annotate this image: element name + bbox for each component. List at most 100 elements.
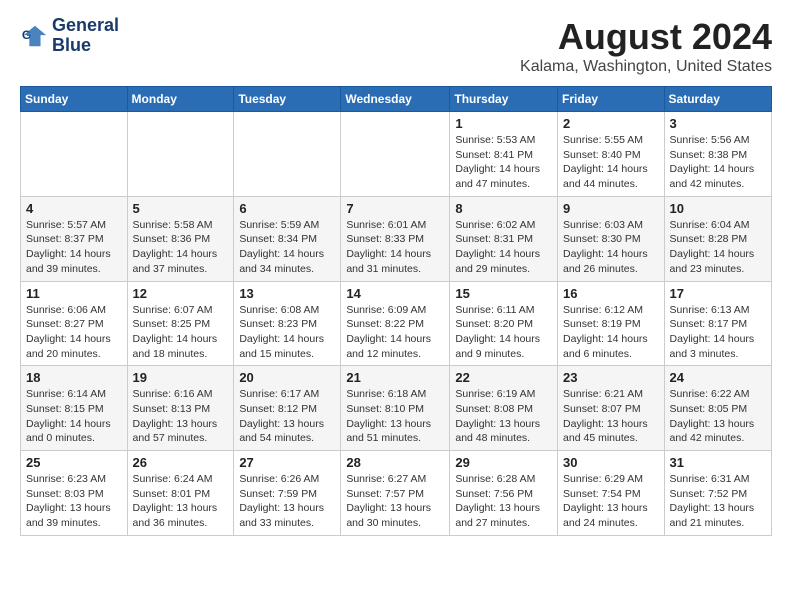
calendar-cell [21, 112, 128, 197]
day-info: Sunrise: 5:55 AM Sunset: 8:40 PM Dayligh… [563, 133, 659, 192]
calendar-cell: 31 Sunrise: 6:31 AM Sunset: 7:52 PM Dayli… [664, 451, 771, 536]
day-info: Sunrise: 6:31 AM Sunset: 7:52 PM Dayligh… [670, 472, 766, 531]
calendar-cell: 8Sunrise: 6:02 AM Sunset: 8:31 PM Daylig… [450, 196, 558, 281]
logo-icon: G [20, 22, 48, 50]
day-number: 25 [26, 455, 122, 470]
day-number: 10 [670, 201, 766, 216]
day-number: 6 [239, 201, 335, 216]
day-info: Sunrise: 6:27 AM Sunset: 7:57 PM Dayligh… [346, 472, 444, 531]
calendar-cell: 14Sunrise: 6:09 AM Sunset: 8:22 PM Dayli… [341, 281, 450, 366]
day-number: 30 [563, 455, 659, 470]
calendar-cell [127, 112, 234, 197]
day-header-monday: Monday [127, 87, 234, 112]
day-info: Sunrise: 5:56 AM Sunset: 8:38 PM Dayligh… [670, 133, 766, 192]
calendar-cell: 12 Sunrise: 6:07 AM Sunset: 8:25 PM Dayli… [127, 281, 234, 366]
day-header-tuesday: Tuesday [234, 87, 341, 112]
day-info: Sunrise: 6:11 AM Sunset: 8:20 PM Dayligh… [455, 303, 552, 362]
calendar-cell: 2Sunrise: 5:55 AM Sunset: 8:40 PM Daylig… [558, 112, 665, 197]
day-info: Sunrise: 6:24 AM Sunset: 8:01 PM Dayligh… [133, 472, 229, 531]
day-number: 24 [670, 370, 766, 385]
calendar-cell: 6 Sunrise: 5:59 AM Sunset: 8:34 PM Daylig… [234, 196, 341, 281]
logo-text: General Blue [52, 16, 119, 56]
calendar-cell: 7 Sunrise: 6:01 AM Sunset: 8:33 PM Daylig… [341, 196, 450, 281]
day-info: Sunrise: 6:28 AM Sunset: 7:56 PM Dayligh… [455, 472, 552, 531]
calendar-cell: 21Sunrise: 6:18 AM Sunset: 8:10 PM Dayli… [341, 366, 450, 451]
day-info: Sunrise: 6:16 AM Sunset: 8:13 PM Dayligh… [133, 387, 229, 446]
calendar-cell: 17Sunrise: 6:13 AM Sunset: 8:17 PM Dayli… [664, 281, 771, 366]
day-info: Sunrise: 6:02 AM Sunset: 8:31 PM Dayligh… [455, 218, 552, 277]
day-info: Sunrise: 6:01 AM Sunset: 8:33 PM Dayligh… [346, 218, 444, 277]
calendar-cell: 29 Sunrise: 6:28 AM Sunset: 7:56 PM Dayli… [450, 451, 558, 536]
day-info: Sunrise: 6:14 AM Sunset: 8:15 PM Dayligh… [26, 387, 122, 446]
day-number: 29 [455, 455, 552, 470]
day-header-saturday: Saturday [664, 87, 771, 112]
calendar-header-row: SundayMondayTuesdayWednesdayThursdayFrid… [21, 87, 772, 112]
day-info: Sunrise: 6:29 AM Sunset: 7:54 PM Dayligh… [563, 472, 659, 531]
calendar-cell: 15Sunrise: 6:11 AM Sunset: 8:20 PM Dayli… [450, 281, 558, 366]
month-title: August 2024 [520, 16, 772, 58]
week-row-3: 11 Sunrise: 6:06 AM Sunset: 8:27 PM Dayli… [21, 281, 772, 366]
calendar-cell: 23 Sunrise: 6:21 AM Sunset: 8:07 PM Dayli… [558, 366, 665, 451]
day-header-sunday: Sunday [21, 87, 128, 112]
calendar-cell: 10Sunrise: 6:04 AM Sunset: 8:28 PM Dayli… [664, 196, 771, 281]
day-number: 7 [346, 201, 444, 216]
day-number: 9 [563, 201, 659, 216]
day-number: 21 [346, 370, 444, 385]
day-number: 19 [133, 370, 229, 385]
day-number: 4 [26, 201, 122, 216]
calendar-cell: 30 Sunrise: 6:29 AM Sunset: 7:54 PM Dayli… [558, 451, 665, 536]
day-info: Sunrise: 5:57 AM Sunset: 8:37 PM Dayligh… [26, 218, 122, 277]
location-title: Kalama, Washington, United States [520, 58, 772, 76]
day-number: 17 [670, 286, 766, 301]
calendar-cell: 16 Sunrise: 6:12 AM Sunset: 8:19 PM Dayli… [558, 281, 665, 366]
day-number: 28 [346, 455, 444, 470]
day-info: Sunrise: 6:19 AM Sunset: 8:08 PM Dayligh… [455, 387, 552, 446]
calendar-cell: 19 Sunrise: 6:16 AM Sunset: 8:13 PM Dayli… [127, 366, 234, 451]
day-number: 13 [239, 286, 335, 301]
calendar-cell [234, 112, 341, 197]
day-header-wednesday: Wednesday [341, 87, 450, 112]
day-number: 23 [563, 370, 659, 385]
calendar-cell: 5 Sunrise: 5:58 AM Sunset: 8:36 PM Daylig… [127, 196, 234, 281]
day-info: Sunrise: 6:12 AM Sunset: 8:19 PM Dayligh… [563, 303, 659, 362]
week-row-4: 18Sunrise: 6:14 AM Sunset: 8:15 PM Dayli… [21, 366, 772, 451]
day-number: 3 [670, 116, 766, 131]
day-info: Sunrise: 6:07 AM Sunset: 8:25 PM Dayligh… [133, 303, 229, 362]
calendar-cell: 24 Sunrise: 6:22 AM Sunset: 8:05 PM Dayli… [664, 366, 771, 451]
page-header: G General Blue August 2024 Kalama, Washi… [20, 16, 772, 76]
day-number: 26 [133, 455, 229, 470]
calendar-cell: 4 Sunrise: 5:57 AM Sunset: 8:37 PM Daylig… [21, 196, 128, 281]
day-header-thursday: Thursday [450, 87, 558, 112]
week-row-5: 25 Sunrise: 6:23 AM Sunset: 8:03 PM Dayli… [21, 451, 772, 536]
week-row-1: 1Sunrise: 5:53 AM Sunset: 8:41 PM Daylig… [21, 112, 772, 197]
day-info: Sunrise: 6:21 AM Sunset: 8:07 PM Dayligh… [563, 387, 659, 446]
calendar-cell: 22Sunrise: 6:19 AM Sunset: 8:08 PM Dayli… [450, 366, 558, 451]
day-info: Sunrise: 5:58 AM Sunset: 8:36 PM Dayligh… [133, 218, 229, 277]
day-info: Sunrise: 6:08 AM Sunset: 8:23 PM Dayligh… [239, 303, 335, 362]
logo-line1: General [52, 16, 119, 36]
day-info: Sunrise: 6:17 AM Sunset: 8:12 PM Dayligh… [239, 387, 335, 446]
calendar-cell: 3 Sunrise: 5:56 AM Sunset: 8:38 PM Daylig… [664, 112, 771, 197]
day-info: Sunrise: 6:22 AM Sunset: 8:05 PM Dayligh… [670, 387, 766, 446]
title-area: August 2024 Kalama, Washington, United S… [520, 16, 772, 76]
calendar-cell: 13 Sunrise: 6:08 AM Sunset: 8:23 PM Dayli… [234, 281, 341, 366]
calendar-cell: 25 Sunrise: 6:23 AM Sunset: 8:03 PM Dayli… [21, 451, 128, 536]
day-number: 12 [133, 286, 229, 301]
day-info: Sunrise: 5:59 AM Sunset: 8:34 PM Dayligh… [239, 218, 335, 277]
day-number: 20 [239, 370, 335, 385]
day-info: Sunrise: 6:26 AM Sunset: 7:59 PM Dayligh… [239, 472, 335, 531]
day-number: 11 [26, 286, 122, 301]
calendar-cell: 27Sunrise: 6:26 AM Sunset: 7:59 PM Dayli… [234, 451, 341, 536]
day-info: Sunrise: 6:06 AM Sunset: 8:27 PM Dayligh… [26, 303, 122, 362]
day-info: Sunrise: 6:09 AM Sunset: 8:22 PM Dayligh… [346, 303, 444, 362]
day-info: Sunrise: 5:53 AM Sunset: 8:41 PM Dayligh… [455, 133, 552, 192]
day-number: 31 [670, 455, 766, 470]
day-number: 16 [563, 286, 659, 301]
calendar-cell: 28 Sunrise: 6:27 AM Sunset: 7:57 PM Dayli… [341, 451, 450, 536]
calendar-cell: 11 Sunrise: 6:06 AM Sunset: 8:27 PM Dayli… [21, 281, 128, 366]
logo: G General Blue [20, 16, 119, 56]
logo-line2: Blue [52, 36, 119, 56]
day-header-friday: Friday [558, 87, 665, 112]
day-info: Sunrise: 6:23 AM Sunset: 8:03 PM Dayligh… [26, 472, 122, 531]
day-number: 5 [133, 201, 229, 216]
